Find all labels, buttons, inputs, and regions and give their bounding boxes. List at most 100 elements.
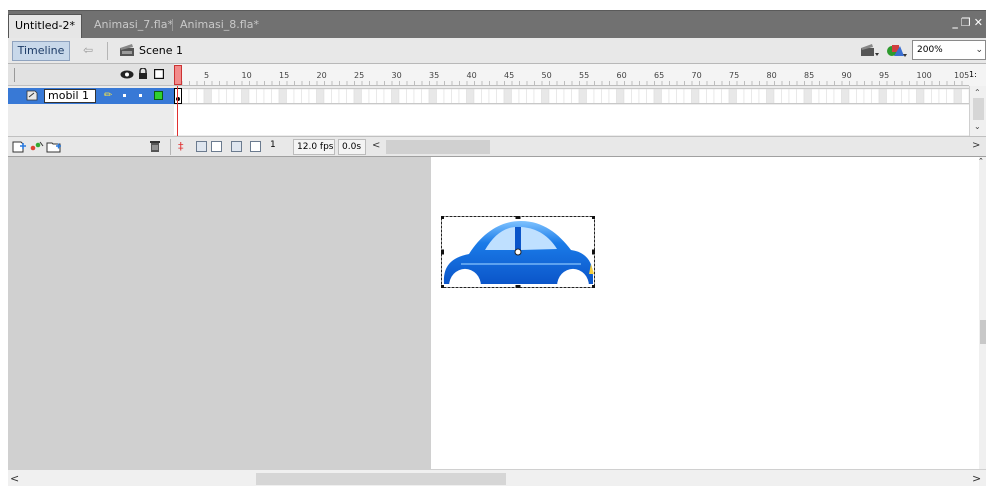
frame-cell[interactable] xyxy=(511,89,520,104)
frame-cell[interactable] xyxy=(316,89,325,104)
frame-cell[interactable] xyxy=(758,89,767,104)
frame-cell[interactable] xyxy=(878,89,887,104)
frame-cell[interactable] xyxy=(196,89,205,104)
outline-icon[interactable] xyxy=(153,68,165,82)
frame-cell[interactable] xyxy=(781,89,790,104)
scroll-left-icon[interactable]: < xyxy=(10,472,19,485)
frame-cell[interactable] xyxy=(466,89,475,104)
pasteboard[interactable]: ⌃ < > xyxy=(8,156,986,486)
frame-cell[interactable] xyxy=(886,89,895,104)
timeline-toggle-button[interactable]: Timeline xyxy=(12,41,70,61)
frame-cell[interactable] xyxy=(218,89,227,104)
frame-cell[interactable] xyxy=(226,89,235,104)
frame-cell[interactable] xyxy=(833,89,842,104)
frame-cell[interactable] xyxy=(721,89,730,104)
frame-cell[interactable] xyxy=(803,89,812,104)
layer-row-mobil-1[interactable]: mobil 1 ✏ xyxy=(8,88,174,104)
frame-cell[interactable] xyxy=(503,89,512,104)
frame-cell[interactable] xyxy=(811,89,820,104)
frame-cell[interactable] xyxy=(203,89,212,104)
frame-cell[interactable] xyxy=(398,89,407,104)
lock-icon[interactable] xyxy=(138,67,148,83)
frame-cell[interactable] xyxy=(308,89,317,104)
frame-cell[interactable] xyxy=(451,89,460,104)
frame-cell[interactable] xyxy=(556,89,565,104)
frame-cell[interactable] xyxy=(766,89,775,104)
restore-icon[interactable]: ❐ xyxy=(961,16,974,29)
frame-cell[interactable] xyxy=(631,89,640,104)
window-controls[interactable]: _❐✕ xyxy=(952,16,986,29)
frame-cell[interactable] xyxy=(698,89,707,104)
frame-cell[interactable] xyxy=(563,89,572,104)
frame-cell[interactable] xyxy=(871,89,880,104)
close-icon[interactable]: ✕ xyxy=(974,16,986,29)
scroll-down-icon[interactable]: ⌄ xyxy=(974,122,981,131)
frame-cell[interactable] xyxy=(668,89,677,104)
frame-cell[interactable] xyxy=(181,89,190,104)
frame-cell[interactable] xyxy=(953,89,962,104)
frame-cell[interactable] xyxy=(638,89,647,104)
frame-view-menu-icon[interactable]: 1: xyxy=(969,64,986,86)
scroll-thumb[interactable] xyxy=(256,473,506,485)
frame-cell[interactable] xyxy=(548,89,557,104)
motion-guide-icon[interactable] xyxy=(29,140,44,156)
frame-cell[interactable] xyxy=(893,89,902,104)
scroll-right-icon[interactable]: > xyxy=(972,140,980,151)
center-frame-icon[interactable]: ‡ xyxy=(178,140,184,153)
frame-cell[interactable] xyxy=(286,89,295,104)
frame-cell[interactable] xyxy=(593,89,602,104)
frame-cell[interactable] xyxy=(683,89,692,104)
frame-cell[interactable] xyxy=(713,89,722,104)
frame-cell[interactable] xyxy=(496,89,505,104)
frame-cell[interactable] xyxy=(323,89,332,104)
frame-cell[interactable] xyxy=(188,89,197,104)
frame-cell[interactable] xyxy=(623,89,632,104)
frame-cell[interactable] xyxy=(578,89,587,104)
frame-cell[interactable] xyxy=(533,89,542,104)
tab-untitled-2[interactable]: Untitled-2* xyxy=(8,14,82,39)
frame-cell[interactable] xyxy=(601,89,610,104)
lock-dot[interactable] xyxy=(139,94,142,97)
eye-icon[interactable] xyxy=(120,69,134,82)
frame-cell[interactable] xyxy=(518,89,527,104)
stage-vertical-scrollbar[interactable]: ⌃ xyxy=(978,157,986,469)
playhead[interactable] xyxy=(174,65,182,85)
frame-cell[interactable] xyxy=(293,89,302,104)
frame-cell[interactable] xyxy=(818,89,827,104)
frame-cell[interactable] xyxy=(233,89,242,104)
frame-cell[interactable] xyxy=(428,89,437,104)
keyframe-1[interactable] xyxy=(174,88,182,104)
frame-cell[interactable] xyxy=(443,89,452,104)
frame-cell[interactable] xyxy=(473,89,482,104)
edit-symbols-icon[interactable] xyxy=(886,42,908,61)
car-symbol-selected[interactable] xyxy=(439,214,597,290)
stage[interactable] xyxy=(431,157,979,469)
stage-horizontal-scrollbar[interactable]: < > xyxy=(8,469,986,486)
frame-cell[interactable] xyxy=(946,89,955,104)
frame-cell[interactable] xyxy=(646,89,655,104)
layer-name-input[interactable]: mobil 1 xyxy=(44,89,96,103)
frame-cell[interactable] xyxy=(413,89,422,104)
back-arrow-icon[interactable]: ⇦ xyxy=(83,43,93,57)
frame-cells[interactable] xyxy=(174,88,969,104)
frame-cell[interactable] xyxy=(608,89,617,104)
frame-cell[interactable] xyxy=(421,89,430,104)
minimize-icon[interactable]: _ xyxy=(952,16,961,29)
frame-cell[interactable] xyxy=(931,89,940,104)
scroll-up-icon[interactable]: ⌃ xyxy=(974,88,981,97)
frame-cell[interactable] xyxy=(458,89,467,104)
frame-cell[interactable] xyxy=(241,89,250,104)
frame-cell[interactable] xyxy=(526,89,535,104)
scroll-thumb[interactable] xyxy=(973,98,984,120)
scroll-right-icon[interactable]: > xyxy=(972,472,981,485)
panel-grip[interactable] xyxy=(14,68,16,82)
frame-cell[interactable] xyxy=(376,89,385,104)
frame-cell[interactable] xyxy=(916,89,925,104)
frame-cell[interactable] xyxy=(743,89,752,104)
frame-cell[interactable] xyxy=(263,89,272,104)
frame-cell[interactable] xyxy=(256,89,265,104)
frame-cell[interactable] xyxy=(863,89,872,104)
frame-cell[interactable] xyxy=(346,89,355,104)
frame-cell[interactable] xyxy=(301,89,310,104)
frame-cell[interactable] xyxy=(278,89,287,104)
